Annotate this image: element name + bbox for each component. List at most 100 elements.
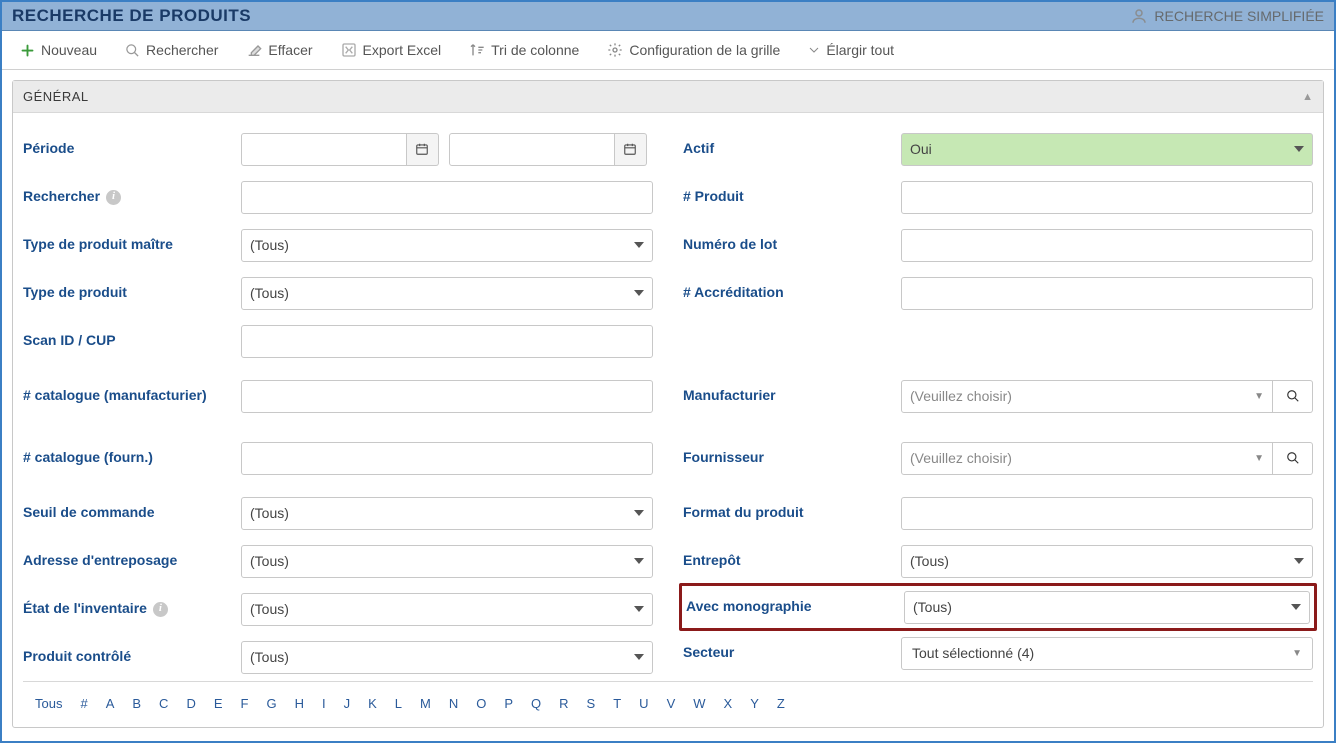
num-produit-input[interactable] bbox=[901, 181, 1313, 214]
alpha-filter-w[interactable]: W bbox=[685, 692, 713, 715]
fournisseur-search-button[interactable] bbox=[1273, 442, 1313, 475]
erase-icon bbox=[246, 42, 262, 58]
label-num-produit: # Produit bbox=[683, 188, 893, 206]
alpha-filter-h[interactable]: H bbox=[287, 692, 312, 715]
alpha-filter-z[interactable]: Z bbox=[769, 692, 793, 715]
search-text-input[interactable] bbox=[241, 181, 653, 214]
manufacturier-combo[interactable]: (Veuillez choisir) ▼ bbox=[901, 380, 1273, 413]
alpha-filter-o[interactable]: O bbox=[468, 692, 494, 715]
clear-button[interactable]: Effacer bbox=[232, 37, 326, 63]
date-from-input[interactable] bbox=[241, 133, 407, 166]
panel-header-general[interactable]: GÉNÉRAL ▲ bbox=[13, 81, 1323, 113]
label-catalogue-fourn: # catalogue (fourn.) bbox=[23, 449, 233, 467]
adresse-select[interactable]: (Tous) bbox=[241, 545, 653, 578]
label-controle: Produit contrôlé bbox=[23, 648, 233, 666]
label-format: Format du produit bbox=[683, 504, 893, 522]
excel-icon bbox=[341, 42, 357, 58]
general-panel: GÉNÉRAL ▲ Période bbox=[12, 80, 1324, 728]
label-seuil: Seuil de commande bbox=[23, 504, 233, 522]
alpha-filter-q[interactable]: Q bbox=[523, 692, 549, 715]
config-label: Configuration de la grille bbox=[629, 42, 780, 58]
alpha-filter-m[interactable]: M bbox=[412, 692, 439, 715]
search-icon bbox=[1286, 389, 1300, 403]
simplified-search-link[interactable]: RECHERCHE SIMPLIFIÉE bbox=[1130, 7, 1324, 25]
manufacturier-search-button[interactable] bbox=[1273, 380, 1313, 413]
date-from-picker[interactable] bbox=[407, 133, 439, 166]
alpha-filter-c[interactable]: C bbox=[151, 692, 176, 715]
secteur-multiselect[interactable]: Tout sélectionné (4) ▼ bbox=[901, 637, 1313, 670]
label-rechercher: Rechercher i bbox=[23, 188, 233, 206]
alpha-filter-s[interactable]: S bbox=[579, 692, 604, 715]
alpha-filter-#[interactable]: # bbox=[72, 692, 95, 715]
export-excel-button[interactable]: Export Excel bbox=[327, 37, 456, 63]
alpha-filter-v[interactable]: V bbox=[659, 692, 684, 715]
row-format: Format du produit bbox=[683, 489, 1313, 537]
expand-all-button[interactable]: Élargir tout bbox=[794, 37, 908, 63]
column-sort-button[interactable]: Tri de colonne bbox=[455, 37, 593, 63]
row-adresse: Adresse d'entreposage (Tous) bbox=[23, 537, 653, 585]
row-entrepot: Entrepôt (Tous) bbox=[683, 537, 1313, 585]
alpha-filter-t[interactable]: T bbox=[605, 692, 629, 715]
alpha-filter-n[interactable]: N bbox=[441, 692, 466, 715]
search-button[interactable]: Rechercher bbox=[111, 37, 232, 63]
etat-select[interactable]: (Tous) bbox=[241, 593, 653, 626]
scan-id-input[interactable] bbox=[241, 325, 653, 358]
label-num-lot: Numéro de lot bbox=[683, 236, 893, 254]
alpha-filter-p[interactable]: P bbox=[496, 692, 521, 715]
grid-config-button[interactable]: Configuration de la grille bbox=[593, 37, 794, 63]
controle-select[interactable]: (Tous) bbox=[241, 641, 653, 674]
fournisseur-combo[interactable]: (Veuillez choisir) ▼ bbox=[901, 442, 1273, 475]
plus-icon bbox=[20, 43, 35, 58]
alpha-filter-l[interactable]: L bbox=[387, 692, 410, 715]
panel-body: Période bbox=[13, 113, 1323, 727]
new-button[interactable]: Nouveau bbox=[6, 37, 111, 63]
info-icon[interactable]: i bbox=[106, 190, 121, 205]
type-maitre-select[interactable]: (Tous) bbox=[241, 229, 653, 262]
alpha-filter-y[interactable]: Y bbox=[742, 692, 767, 715]
info-icon[interactable]: i bbox=[153, 602, 168, 617]
alpha-filter-i[interactable]: I bbox=[314, 692, 334, 715]
page-title: RECHERCHE DE PRODUITS bbox=[12, 6, 251, 26]
catalogue-fourn-input[interactable] bbox=[241, 442, 653, 475]
form-column-left: Période bbox=[23, 125, 653, 681]
actif-select[interactable]: Oui bbox=[901, 133, 1313, 166]
sort-label: Tri de colonne bbox=[491, 42, 579, 58]
alpha-filter-b[interactable]: B bbox=[124, 692, 149, 715]
accreditation-input[interactable] bbox=[901, 277, 1313, 310]
date-to-group bbox=[449, 133, 647, 166]
date-to-picker[interactable] bbox=[615, 133, 647, 166]
date-to-input[interactable] bbox=[449, 133, 615, 166]
alpha-filter-d[interactable]: D bbox=[178, 692, 203, 715]
label-secteur: Secteur bbox=[683, 644, 893, 662]
catalogue-manuf-input[interactable] bbox=[241, 380, 653, 413]
alpha-filter-f[interactable]: F bbox=[233, 692, 257, 715]
label-etat: État de l'inventaire i bbox=[23, 600, 233, 618]
title-bar: RECHERCHE DE PRODUITS RECHERCHE SIMPLIFI… bbox=[2, 2, 1334, 31]
toolbar: Nouveau Rechercher Effacer Export Excel … bbox=[2, 31, 1334, 70]
row-secteur: Secteur Tout sélectionné (4) ▼ bbox=[683, 629, 1313, 677]
type-produit-select[interactable]: (Tous) bbox=[241, 277, 653, 310]
alpha-filter-g[interactable]: G bbox=[258, 692, 284, 715]
alpha-filter-tous[interactable]: Tous bbox=[27, 692, 70, 715]
alpha-filter-a[interactable]: A bbox=[98, 692, 123, 715]
calendar-icon bbox=[623, 142, 637, 156]
chevron-down-icon bbox=[808, 44, 820, 56]
alpha-filter-k[interactable]: K bbox=[360, 692, 385, 715]
alpha-filter-u[interactable]: U bbox=[631, 692, 656, 715]
chevron-down-icon: ▼ bbox=[1254, 453, 1264, 464]
num-lot-input[interactable] bbox=[901, 229, 1313, 262]
seuil-select[interactable]: (Tous) bbox=[241, 497, 653, 530]
alpha-filter-e[interactable]: E bbox=[206, 692, 231, 715]
alpha-filter-j[interactable]: J bbox=[336, 692, 359, 715]
monographie-select[interactable]: (Tous) bbox=[904, 591, 1310, 624]
user-icon bbox=[1130, 7, 1148, 25]
format-input[interactable] bbox=[901, 497, 1313, 530]
alpha-filter-r[interactable]: R bbox=[551, 692, 576, 715]
alpha-filter-x[interactable]: X bbox=[716, 692, 741, 715]
manufacturier-combo-group: (Veuillez choisir) ▼ bbox=[901, 380, 1313, 413]
row-type-maitre: Type de produit maître (Tous) bbox=[23, 221, 653, 269]
entrepot-select[interactable]: (Tous) bbox=[901, 545, 1313, 578]
row-type-produit: Type de produit (Tous) bbox=[23, 269, 653, 317]
label-scan-id: Scan ID / CUP bbox=[23, 332, 233, 350]
collapse-icon: ▲ bbox=[1302, 91, 1313, 103]
